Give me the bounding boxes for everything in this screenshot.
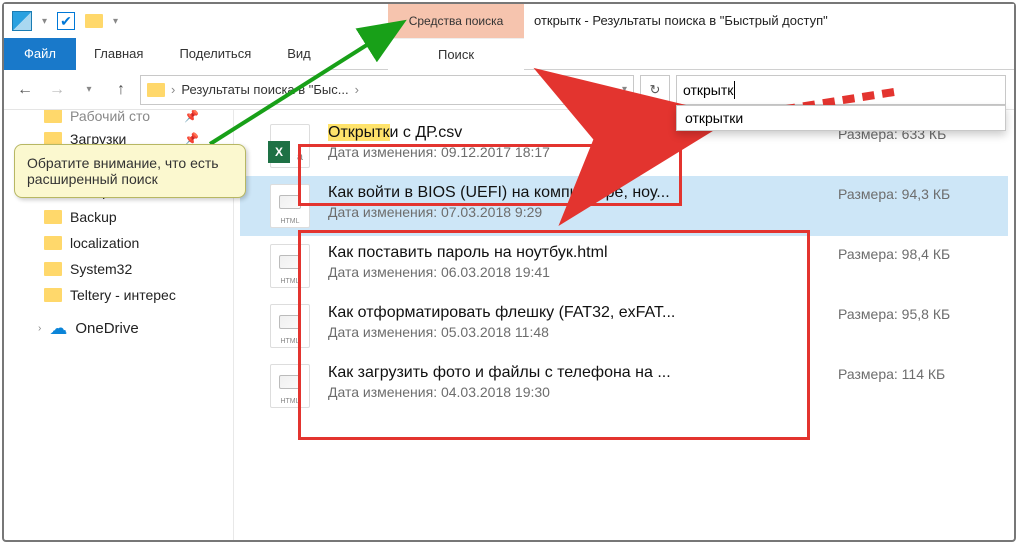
sidebar-item-label: Документы (70, 157, 142, 173)
forward-button[interactable]: → (44, 77, 70, 103)
file-details: Как загрузить фото и файлы с телефона на… (328, 364, 820, 400)
chevron-right-icon: › (38, 323, 41, 334)
sidebar-item-label: localization (70, 235, 139, 251)
sidebar-item-label: Backup (70, 209, 117, 225)
file-modified-date: Дата изменения: 05.03.2018 11:48 (328, 324, 820, 340)
search-input[interactable]: открытк открытки (676, 75, 1006, 105)
results-list: XaОткрытки с ДР.csvДата изменения: 09.12… (234, 110, 1014, 540)
search-result-item[interactable]: HTML Как отформатировать флешку (FAT32, e… (240, 296, 1008, 356)
onedrive-icon: ☁ (49, 318, 67, 339)
search-suggestion[interactable]: открытки (676, 105, 1006, 131)
address-bar[interactable]: › Результаты поиска в "Быс... › ▾ (140, 75, 634, 105)
properties-icon[interactable]: ✔ (57, 12, 75, 30)
html-file-icon: HTML (270, 184, 310, 228)
sidebar-item-label: Рабочий сто (70, 110, 150, 124)
sidebar-item[interactable]: Backup (8, 204, 229, 230)
sidebar-item-label: Изображени (70, 183, 150, 199)
file-name: Как загрузить фото и файлы с телефона на… (328, 364, 820, 382)
pin-icon: 📌 (184, 132, 199, 146)
sidebar-item[interactable]: Рабочий сто 📌 (8, 110, 229, 126)
content-area: Рабочий сто📌Загрузки📌Документы📌Изображен… (4, 110, 1014, 540)
sidebar-item[interactable]: Изображени 📌 (8, 178, 229, 204)
sidebar-item[interactable]: System32 (8, 256, 229, 282)
search-tools-contextual-tab: Средства поиска (388, 4, 524, 38)
address-dropdown-icon[interactable]: ▾ (622, 84, 627, 95)
pin-icon: 📌 (184, 110, 199, 123)
folder-icon (44, 210, 62, 224)
file-details: Как поставить пароль на ноутбук.html Дата… (328, 244, 820, 280)
search-result-item[interactable]: HTML Как загрузить фото и файлы с телефон… (240, 356, 1008, 416)
file-name: Как отформатировать флешку (FAT32, exFAT… (328, 304, 820, 322)
html-file-icon: HTML (270, 244, 310, 288)
sidebar-item-label: Teltery - интерес (70, 287, 176, 303)
file-modified-date: Дата изменения: 09.12.2017 18:17 (328, 144, 820, 160)
folder-icon (44, 184, 62, 198)
sidebar-onedrive[interactable]: › ☁ OneDrive (8, 308, 229, 343)
file-modified-date: Дата изменения: 06.03.2018 19:41 (328, 264, 820, 280)
file-modified-date: Дата изменения: 07.03.2018 9:29 (328, 204, 820, 220)
search-result-item[interactable]: HTML Как войти в BIOS (UEFI) на компьютер… (240, 176, 1008, 236)
sidebar-onedrive-label: OneDrive (75, 320, 138, 337)
pin-icon: 📌 (184, 184, 199, 198)
qat-separator: ▾ (42, 16, 47, 27)
tab-home[interactable]: Главная (76, 38, 161, 70)
sidebar-item[interactable]: Документы 📌 (8, 152, 229, 178)
folder-icon (44, 236, 62, 250)
html-file-icon: HTML (270, 304, 310, 348)
file-details: Как отформатировать флешку (FAT32, exFAT… (328, 304, 820, 340)
back-button[interactable]: ← (12, 77, 38, 103)
file-name: Как поставить пароль на ноутбук.html (328, 244, 820, 262)
chevron-right-icon: › (355, 82, 359, 97)
folder-icon (147, 83, 165, 97)
sidebar-item[interactable]: localization (8, 230, 229, 256)
file-size: Размера: 95,8 КБ (838, 304, 998, 322)
html-file-icon: HTML (270, 364, 310, 408)
tab-share[interactable]: Поделиться (161, 38, 269, 70)
sidebar-item-label: System32 (70, 261, 132, 277)
file-size: Размера: 98,4 КБ (838, 244, 998, 262)
text-caret (734, 81, 735, 99)
folder-icon (44, 158, 62, 172)
pin-icon: 📌 (184, 158, 199, 172)
tab-file[interactable]: Файл (4, 38, 76, 70)
qat-overflow[interactable]: ▾ (113, 16, 118, 27)
breadcrumb[interactable]: Результаты поиска в "Быс... (181, 82, 348, 97)
folder-icon (44, 262, 62, 276)
ribbon-tabs: Файл Главная Поделиться Вид Поиск (4, 38, 1014, 70)
navigation-row: ← → ▾ ↑ › Результаты поиска в "Быс... › … (4, 70, 1014, 110)
quick-access-toolbar: ▾ ✔ ▾ (4, 11, 118, 31)
folder-icon (44, 288, 62, 302)
tab-search[interactable]: Поиск (388, 38, 524, 70)
title-bar: ▾ ✔ ▾ Средства поиска открытк - Результа… (4, 4, 1014, 38)
file-size: Размера: 114 КБ (838, 364, 998, 382)
tab-view[interactable]: Вид (269, 38, 329, 70)
sidebar-item[interactable]: Загрузки 📌 (8, 126, 229, 152)
folder-icon (44, 110, 62, 123)
search-input-value: открытк (683, 82, 733, 98)
excel-file-icon: Xa (270, 124, 310, 168)
sidebar-item[interactable]: Teltery - интерес (8, 282, 229, 308)
file-name: Как войти в BIOS (UEFI) на компьютере, н… (328, 184, 820, 202)
explorer-app-icon (12, 11, 32, 31)
chevron-right-icon: › (171, 82, 175, 97)
file-modified-date: Дата изменения: 04.03.2018 19:30 (328, 384, 820, 400)
search-result-item[interactable]: HTML Как поставить пароль на ноутбук.html… (240, 236, 1008, 296)
folder-icon (44, 132, 62, 146)
up-button[interactable]: ↑ (108, 77, 134, 103)
explorer-window: ▾ ✔ ▾ Средства поиска открытк - Результа… (2, 2, 1016, 542)
sidebar-item-label: Загрузки (70, 131, 126, 147)
file-details: Как войти в BIOS (UEFI) на компьютере, н… (328, 184, 820, 220)
file-size: Размера: 94,3 КБ (838, 184, 998, 202)
refresh-button[interactable]: ↻ (640, 75, 670, 105)
folder-icon (85, 14, 103, 28)
window-title: открытк - Результаты поиска в "Быстрый д… (534, 4, 828, 38)
recent-locations-button[interactable]: ▾ (76, 77, 102, 103)
navigation-pane: Рабочий сто📌Загрузки📌Документы📌Изображен… (4, 110, 234, 540)
